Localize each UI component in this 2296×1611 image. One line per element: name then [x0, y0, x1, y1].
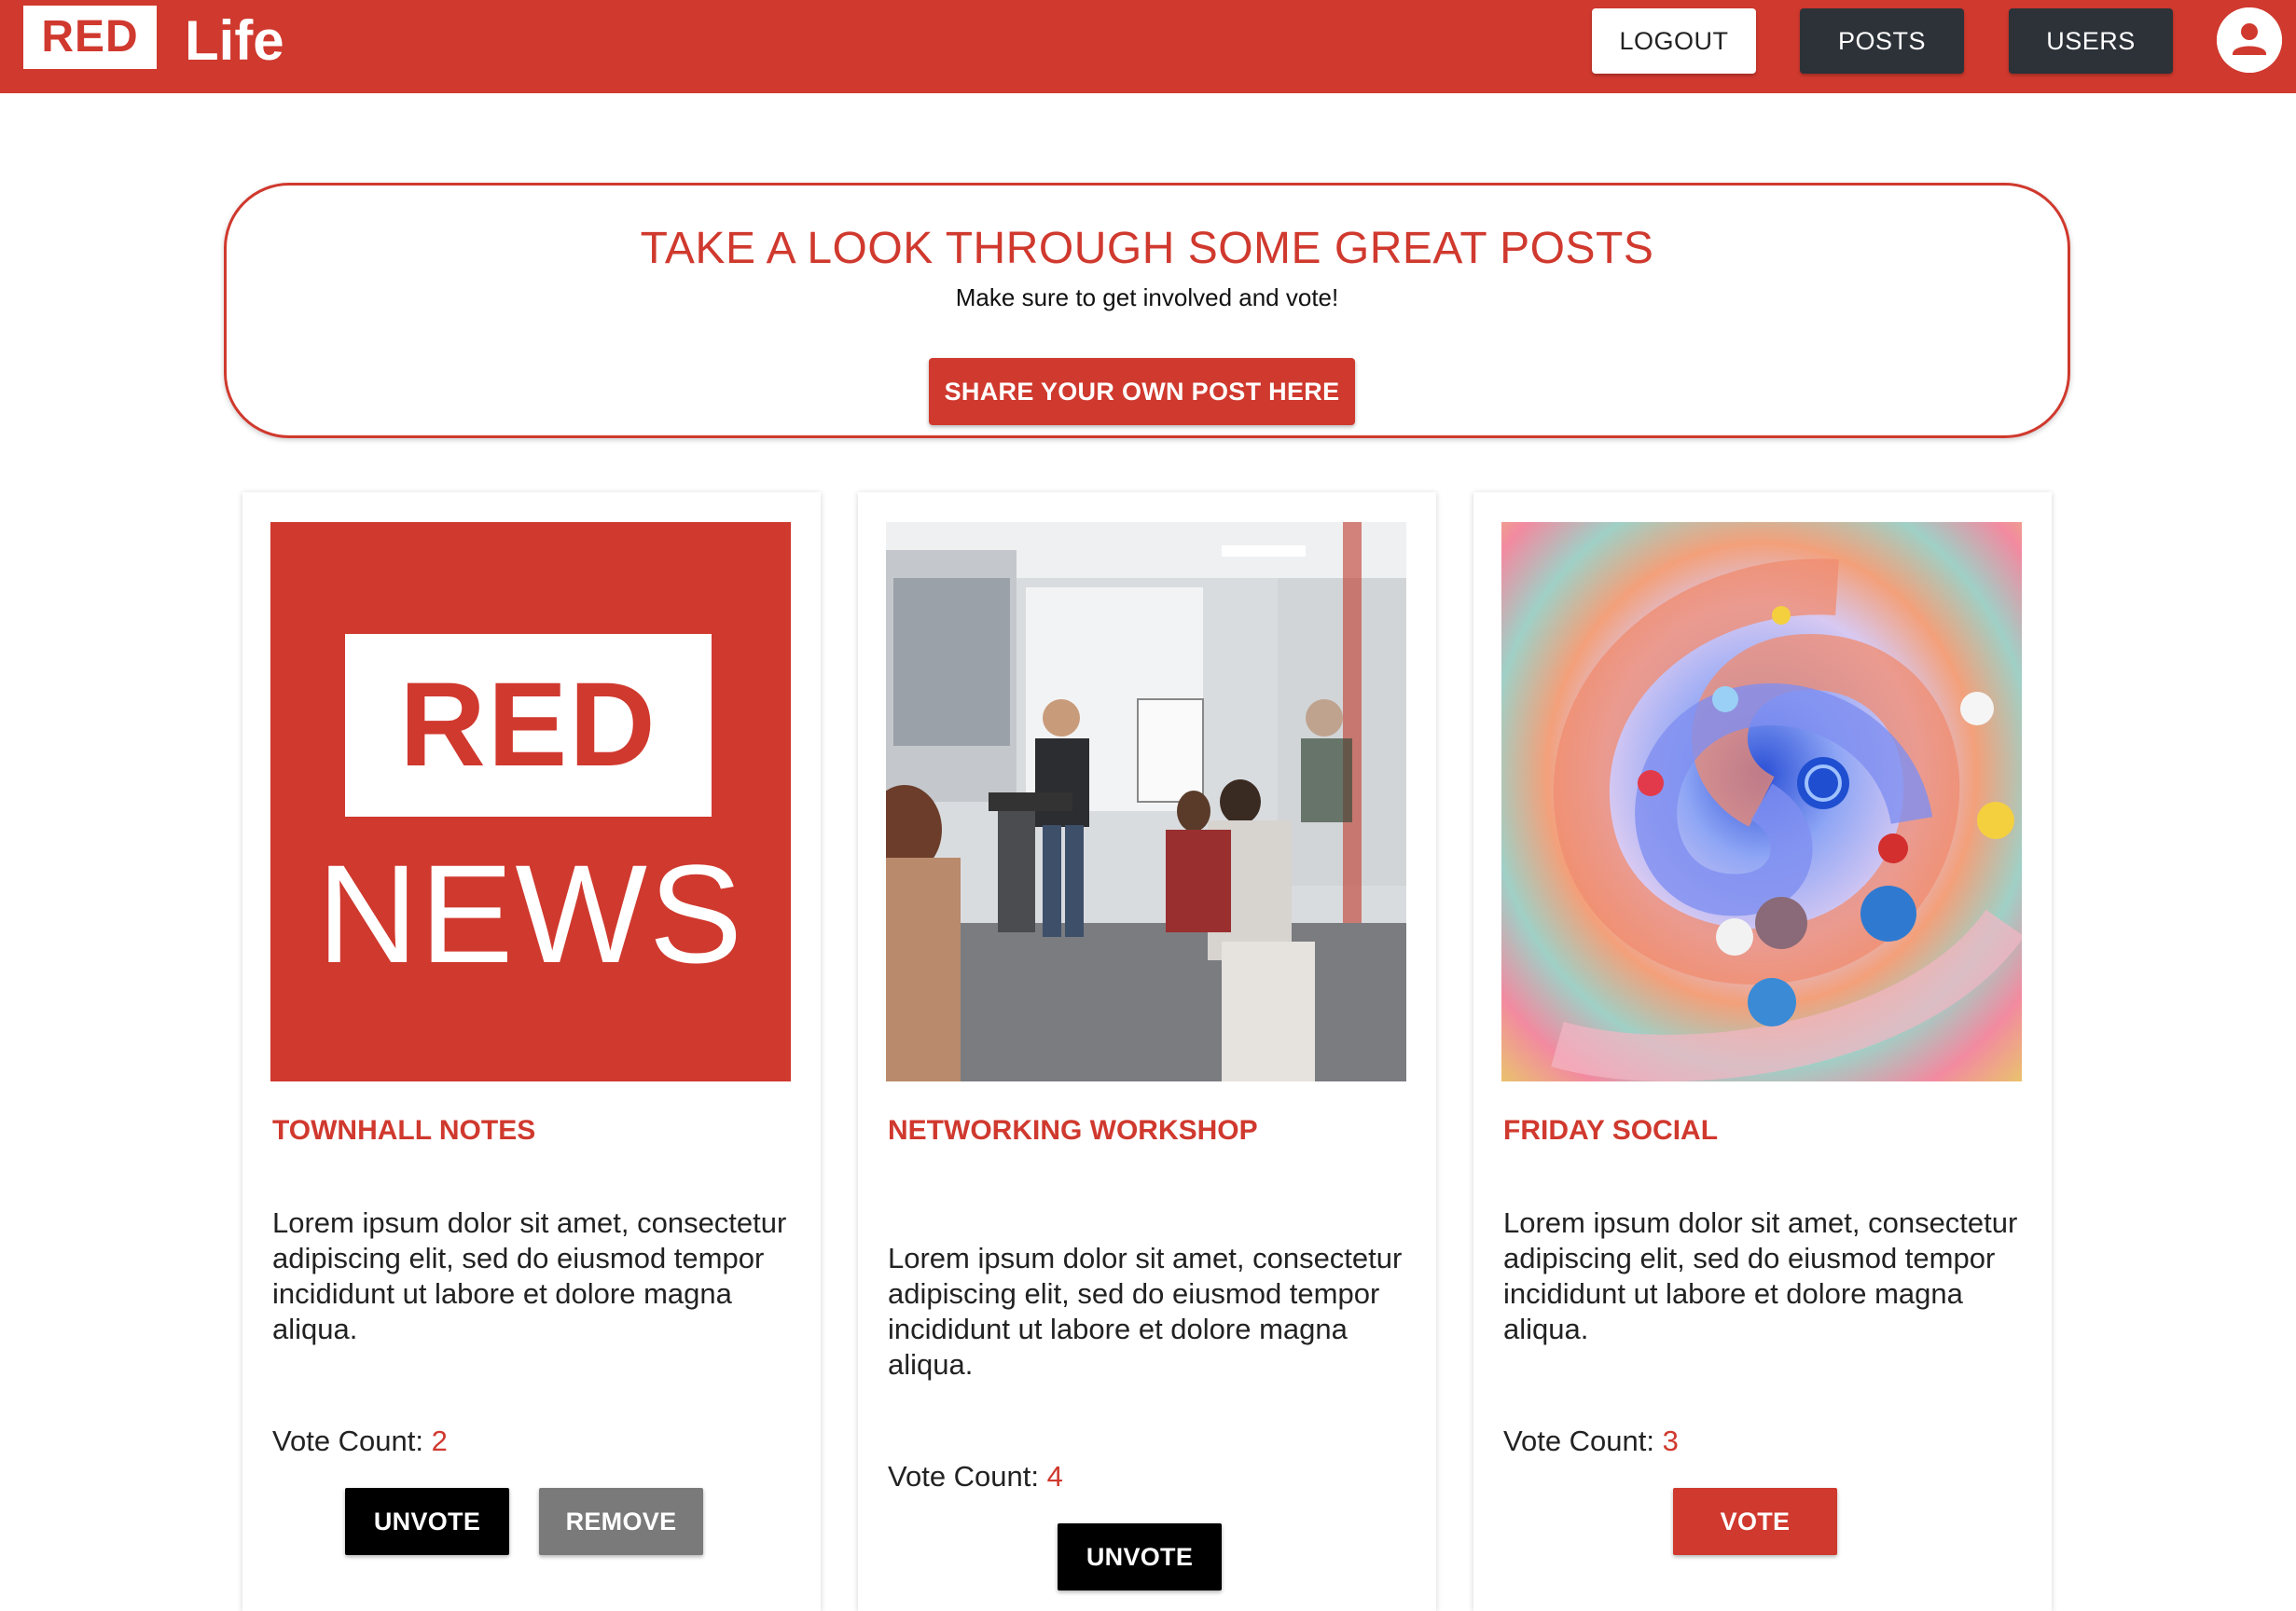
posts-nav-button[interactable]: POSTS — [1800, 8, 1964, 74]
hero-title: TAKE A LOOK THROUGH SOME GREAT POSTS — [640, 224, 1654, 273]
post-body: Lorem ipsum dolor sit amet, consectetur … — [888, 1242, 1403, 1381]
app-name-life: Life — [185, 9, 284, 72]
vote-count: Vote Count: 4 — [888, 1460, 1063, 1494]
post-image: RED NEWS — [270, 522, 791, 1081]
red-news-logo-image: RED NEWS — [270, 522, 791, 1081]
workshop-photo — [886, 522, 1406, 1081]
post-card: FRIDAY SOCIAL Lorem ipsum dolor sit amet… — [1473, 492, 2052, 1611]
remove-button[interactable]: REMOVE — [539, 1488, 703, 1555]
post-title: TOWNHALL NOTES — [272, 1115, 536, 1146]
users-nav-button[interactable]: USERS — [2009, 8, 2173, 74]
top-nav-bar: RED Life LOGOUT POSTS USERS — [0, 0, 2296, 93]
emoji-swirl-image — [1501, 522, 2022, 1081]
post-image — [886, 522, 1406, 1081]
vote-count: Vote Count: 2 — [272, 1425, 448, 1458]
red-news-logo-news: NEWS — [317, 835, 744, 992]
vote-count: Vote Count: 3 — [1503, 1425, 1679, 1458]
vote-count-value: 3 — [1662, 1425, 1679, 1457]
post-body: Lorem ipsum dolor sit amet, consectetur … — [272, 1206, 787, 1345]
post-title: NETWORKING WORKSHOP — [888, 1115, 1258, 1146]
unvote-button[interactable]: UNVOTE — [345, 1488, 509, 1555]
red-logo[interactable]: RED — [23, 6, 157, 69]
post-body: Lorem ipsum dolor sit amet, consectetur … — [1503, 1206, 2018, 1345]
post-card: NETWORKING WORKSHOP Lorem ipsum dolor si… — [858, 492, 1436, 1611]
vote-count-label: Vote Count: — [272, 1425, 424, 1457]
vote-count-value: 2 — [431, 1425, 448, 1457]
post-image — [1501, 522, 2022, 1081]
logout-button[interactable]: LOGOUT — [1592, 8, 1756, 74]
person-icon — [2217, 7, 2282, 73]
hero-subtitle: Make sure to get involved and vote! — [955, 283, 1339, 311]
post-card: RED NEWS TOWNHALL NOTES Lorem ipsum dolo… — [242, 492, 821, 1611]
vote-count-label: Vote Count: — [1503, 1425, 1655, 1457]
post-title: FRIDAY SOCIAL — [1503, 1115, 1719, 1146]
vote-button[interactable]: VOTE — [1673, 1488, 1837, 1555]
share-post-button[interactable]: SHARE YOUR OWN POST HERE — [929, 358, 1355, 425]
user-account-icon[interactable] — [2217, 7, 2282, 73]
vote-count-value: 4 — [1046, 1460, 1063, 1493]
unvote-button[interactable]: UNVOTE — [1058, 1523, 1222, 1590]
vote-count-label: Vote Count: — [888, 1460, 1040, 1493]
hero-banner: TAKE A LOOK THROUGH SOME GREAT POSTS Mak… — [224, 183, 2070, 438]
red-news-logo-red: RED — [345, 634, 712, 817]
